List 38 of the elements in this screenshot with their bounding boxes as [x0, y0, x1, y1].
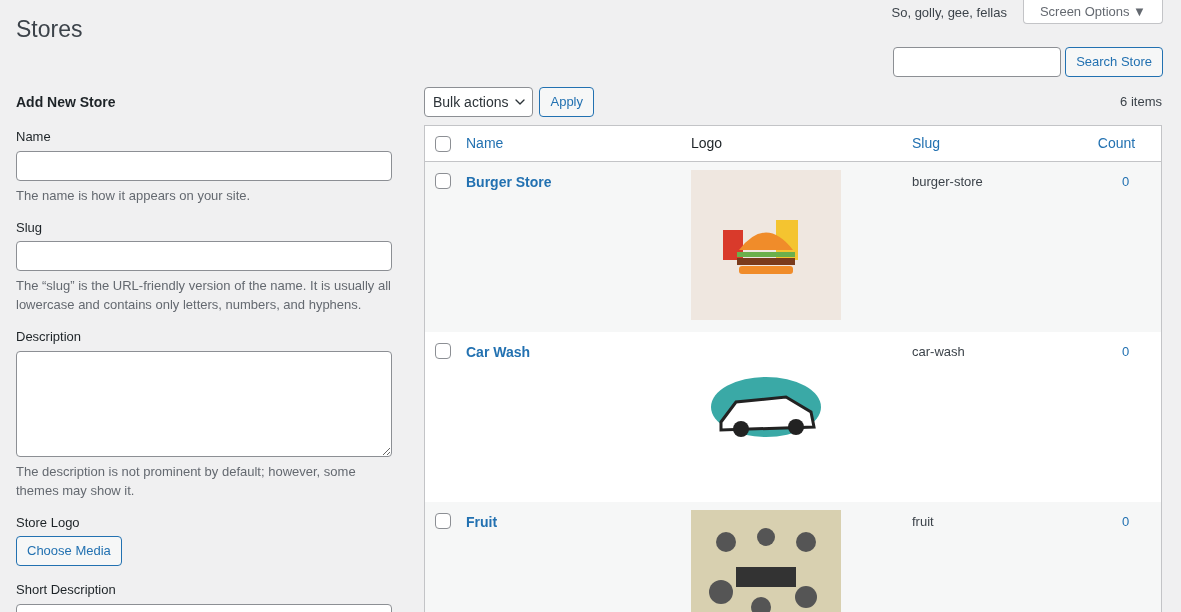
form-heading: Add New Store	[16, 93, 117, 112]
row-checkbox[interactable]	[435, 343, 451, 359]
field-label: Short Description	[16, 581, 117, 599]
field-label: Name	[16, 128, 52, 146]
count-link[interactable]: 0	[1121, 512, 1130, 532]
slug-text: fruit	[912, 514, 934, 529]
slug-text: car-wash	[912, 344, 965, 359]
store-name-link[interactable]: Fruit	[466, 514, 498, 530]
field-label: Description	[16, 328, 83, 346]
page-title: Stores	[16, 15, 83, 44]
search-button[interactable]: Search Store	[1065, 47, 1163, 77]
help-text: The “slug” is the URL-friendly version of the name. It is usually all lowercase and contains only letters, numbers, and hyphens.	[16, 277, 392, 314]
choose-media-button[interactable]: Choose Media	[16, 536, 122, 566]
column-header[interactable]: Count	[1097, 135, 1136, 151]
textarea-field[interactable]	[16, 350, 392, 457]
column-header: Logo	[691, 135, 723, 151]
count-link[interactable]: 0	[1121, 172, 1130, 192]
text-input-field[interactable]	[16, 150, 392, 181]
text-input-field[interactable]	[16, 241, 392, 271]
count-link[interactable]: 0	[1121, 342, 1130, 362]
search-field[interactable]	[893, 47, 1062, 77]
row-checkbox[interactable]	[435, 513, 451, 529]
apply-button[interactable]: Apply	[539, 87, 594, 117]
help-text: The description is not prominent by default; however, some themes may show it.	[16, 462, 357, 500]
column-header[interactable]: Slug	[912, 135, 941, 151]
screen-options-button[interactable]: Screen Options ▼	[1022, 0, 1163, 24]
slug-text: burger-store	[912, 174, 983, 189]
field-label: Store Logo	[16, 513, 81, 532]
row-checkbox[interactable]	[435, 173, 451, 189]
column-header[interactable]: Name	[466, 135, 504, 151]
field-label: Slug	[16, 218, 44, 237]
select-all-checkbox[interactable]	[435, 135, 451, 152]
store-name-link[interactable]: Burger Store	[466, 174, 552, 190]
items-count: 6 items	[1120, 93, 1162, 112]
greeting-text: So, golly, gee, fellas	[891, 4, 1007, 22]
store-name-link[interactable]: Car Wash	[466, 344, 531, 360]
bulk-actions-dropdown[interactable]: Bulk actions	[424, 87, 534, 117]
help-text: The name is how it appears on your site.	[16, 186, 252, 205]
